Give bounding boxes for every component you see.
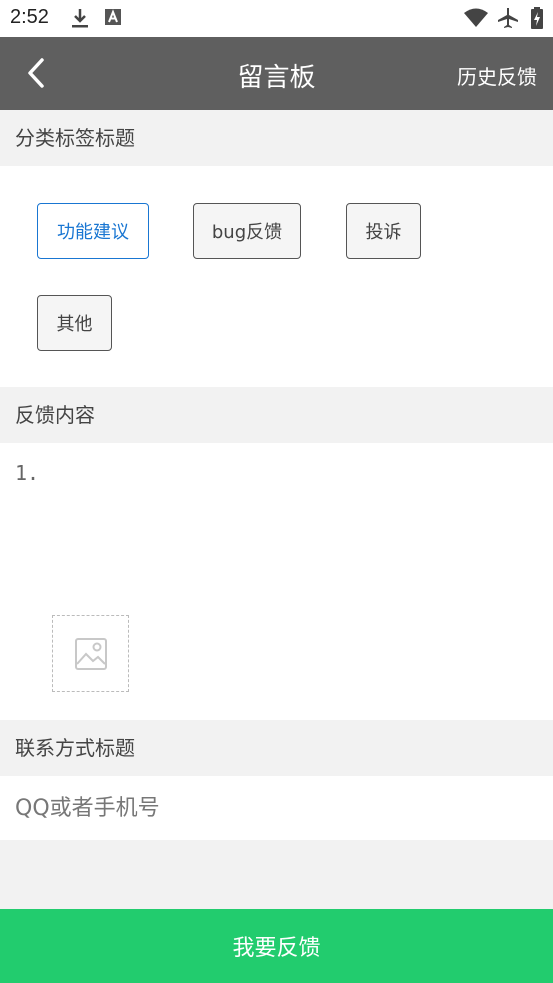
image-placeholder-icon xyxy=(74,637,107,670)
feedback-text[interactable]: 1. xyxy=(15,461,39,485)
add-image-button[interactable] xyxy=(52,615,129,692)
history-feedback-button[interactable]: 历史反馈 xyxy=(457,61,537,90)
tag-bug-report[interactable]: bug反馈 xyxy=(193,203,301,259)
contact-section-title: 联系方式标题 xyxy=(0,720,553,776)
battery-charging-icon xyxy=(530,7,544,33)
app-bar: 留言板 历史反馈 xyxy=(0,37,553,110)
tag-feature-suggestion[interactable]: 功能建议 xyxy=(37,203,149,259)
status-time: 2:52 xyxy=(10,6,49,28)
feedback-section-title: 反馈内容 xyxy=(0,387,553,443)
feedback-content-area[interactable]: 1. xyxy=(0,443,553,720)
contact-input[interactable] xyxy=(15,776,535,840)
contact-panel xyxy=(0,776,553,840)
category-section-title: 分类标签标题 xyxy=(0,110,553,166)
wifi-icon xyxy=(463,7,489,33)
a-box-icon xyxy=(104,7,122,31)
status-bar: 2:52 xyxy=(0,0,553,37)
tag-complaint[interactable]: 投诉 xyxy=(346,203,421,259)
submit-feedback-button[interactable]: 我要反馈 xyxy=(0,909,553,983)
category-tag-panel: 功能建议 bug反馈 投诉 其他 xyxy=(0,166,553,387)
tag-other[interactable]: 其他 xyxy=(37,295,112,351)
airplane-icon xyxy=(496,7,520,33)
download-icon xyxy=(70,7,90,33)
